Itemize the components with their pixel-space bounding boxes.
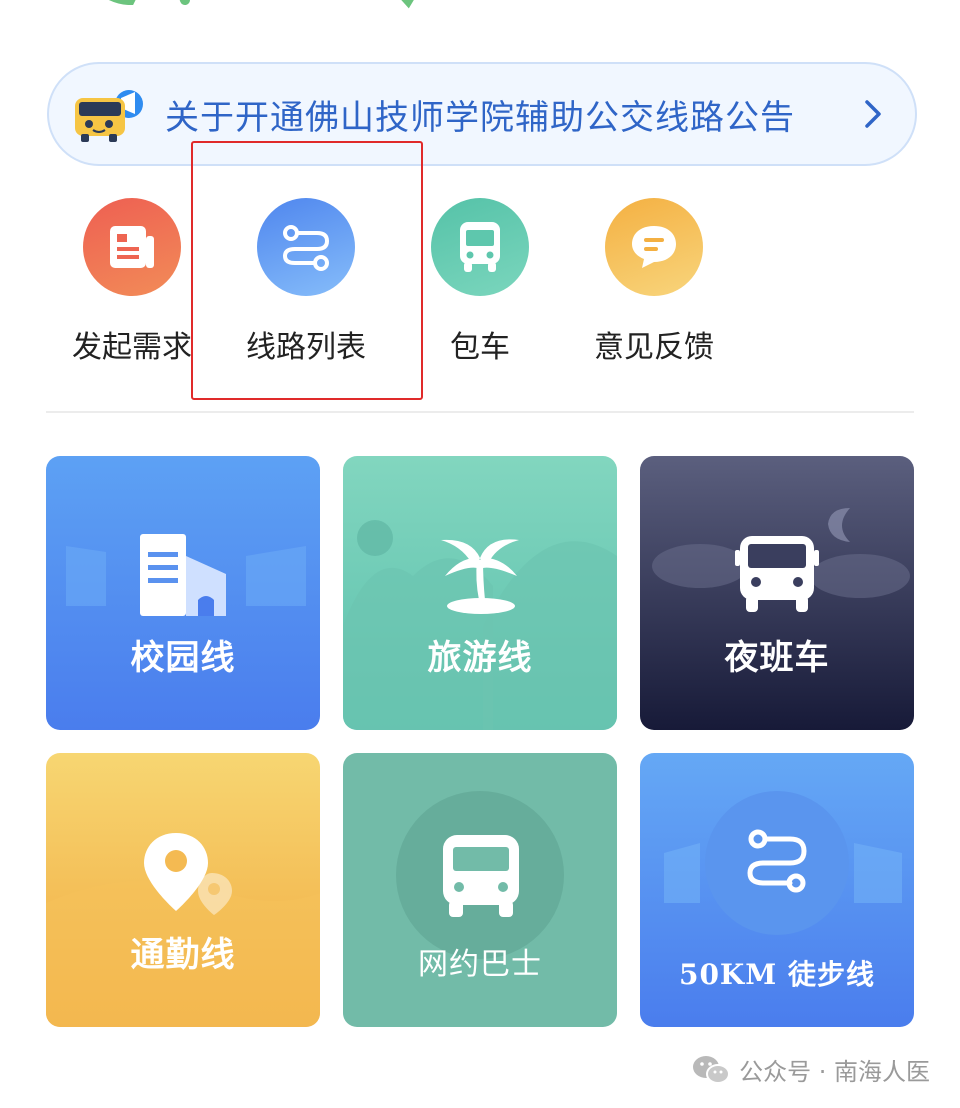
- card-label: 50KM 徒步线: [678, 958, 876, 991]
- quick-action-label: 包车: [450, 330, 510, 365]
- notice-text: 关于开通佛山技师学院辅助公交线路公告: [165, 97, 795, 138]
- quick-action-label: 意见反馈: [594, 330, 714, 365]
- card-ride-hail-bus[interactable]: 网约巴士: [343, 753, 617, 1027]
- card-tour-line[interactable]: 旅游线: [343, 456, 617, 730]
- night-bus-icon: [735, 536, 819, 612]
- card-label: 夜班车: [724, 638, 830, 678]
- card-label: 旅游线: [427, 638, 533, 678]
- bus-icon: [443, 835, 519, 917]
- bus-mascot-icon: [75, 90, 143, 142]
- footer-text: 公众号 · 南海人医: [739, 1058, 930, 1086]
- card-commute-line[interactable]: 通勤线: [46, 753, 320, 1027]
- quick-action-label: 发起需求: [72, 330, 192, 365]
- message-icon: [605, 198, 703, 296]
- card-campus-line[interactable]: 校园线: [46, 456, 320, 730]
- quick-actions: 发起需求 线路列表 包车 意见反馈: [0, 198, 960, 378]
- campus-building-icon: [140, 534, 226, 616]
- card-night-bus[interactable]: 夜班车: [640, 456, 914, 730]
- card-label: 通勤线: [130, 935, 236, 975]
- quick-action-charter[interactable]: 包车: [390, 198, 570, 366]
- quick-action-request[interactable]: 发起需求: [42, 198, 222, 366]
- card-label: 校园线: [130, 638, 236, 678]
- divider: [46, 411, 914, 413]
- footer-watermark: 公众号 · 南海人医: [691, 1052, 930, 1087]
- chevron-right-icon: [865, 100, 881, 128]
- quick-action-feedback[interactable]: 意见反馈: [564, 198, 744, 366]
- route-icon: [747, 829, 807, 893]
- palm-tree-icon: [441, 539, 519, 614]
- card-label: 网约巴士: [418, 947, 542, 982]
- document-icon: [83, 198, 181, 296]
- location-pin-icon: [144, 833, 232, 915]
- route-icon: [257, 198, 355, 296]
- app-logo: [108, 0, 414, 9]
- quick-action-routes[interactable]: 线路列表: [216, 198, 396, 366]
- notice-banner[interactable]: 关于开通佛山技师学院辅助公交线路公告: [47, 62, 917, 166]
- wechat-icon: [693, 1055, 731, 1084]
- bus-icon: [431, 198, 529, 296]
- card-hiking-line[interactable]: 50KM 徒步线: [640, 753, 914, 1027]
- quick-action-label: 线路列表: [246, 330, 366, 365]
